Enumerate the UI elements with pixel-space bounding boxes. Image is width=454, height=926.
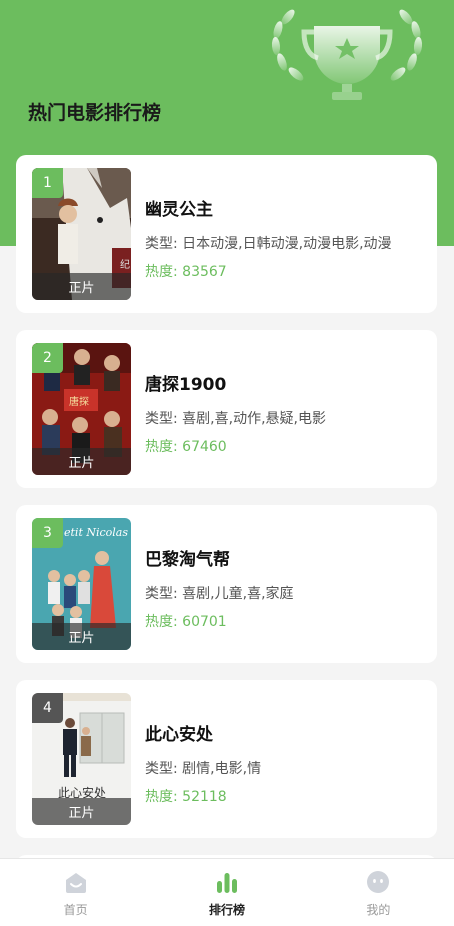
movie-genre: 类型: 剧情,电影,情 bbox=[145, 761, 262, 777]
rank-badge: 2 bbox=[32, 343, 63, 373]
movie-heat: 热度: 67460 bbox=[145, 439, 227, 455]
movie-poster[interactable]: 此心安处 4 正片 bbox=[32, 693, 131, 825]
poster-overlay-text: etit Nicolas bbox=[64, 526, 128, 539]
movie-poster[interactable]: 纪 1 正片 bbox=[32, 168, 131, 300]
movie-heat: 热度: 52118 bbox=[145, 789, 227, 805]
rank-badge: 1 bbox=[32, 168, 63, 198]
home-icon bbox=[65, 873, 86, 893]
movie-genre: 类型: 日本动漫,日韩动漫,动漫电影,动漫 bbox=[145, 236, 392, 252]
movie-poster[interactable]: etit Nicolas 3 正片 bbox=[32, 518, 131, 650]
trophy-icon bbox=[271, 9, 423, 100]
profile-icon bbox=[367, 871, 390, 893]
tab-label: 首页 bbox=[63, 903, 88, 917]
svg-text:唐探: 唐探 bbox=[69, 395, 89, 408]
movie-card[interactable]: etit Nicolas 3 正片 巴黎淘气帮 类型: 喜剧,儿童,喜,家庭 热… bbox=[16, 505, 437, 663]
movie-card[interactable]: 唐探 2 正片 唐探1900 类型: 喜剧,喜,动作,悬疑,电影 热度: 674… bbox=[16, 330, 437, 488]
tab-label: 我的 bbox=[366, 903, 391, 917]
ranking-list[interactable]: 纪 1 正片 幽灵公主 类型: 日本动漫,日韩动漫,动漫电影,动漫 热度: 83… bbox=[16, 155, 437, 885]
movie-genre: 类型: 喜剧,儿童,喜,家庭 bbox=[145, 586, 294, 602]
movie-heat: 热度: 83567 bbox=[145, 264, 227, 280]
poster-tag: 正片 bbox=[32, 798, 131, 825]
movie-title[interactable]: 唐探1900 bbox=[145, 370, 226, 395]
movie-genre: 类型: 喜剧,喜,动作,悬疑,电影 bbox=[145, 411, 326, 427]
poster-tag: 正片 bbox=[32, 273, 131, 300]
tab-home[interactable]: 首页 bbox=[0, 859, 151, 926]
ranking-icon bbox=[216, 873, 237, 893]
tab-label: 排行榜 bbox=[208, 903, 245, 917]
movie-title[interactable]: 巴黎淘气帮 bbox=[145, 545, 230, 570]
svg-text:纪: 纪 bbox=[120, 259, 130, 271]
page-title: 热门电影排行榜 bbox=[28, 102, 162, 124]
movie-title[interactable]: 此心安处 bbox=[145, 720, 213, 745]
tab-ranking[interactable]: 排行榜 bbox=[151, 859, 302, 926]
movie-card[interactable]: 纪 1 正片 幽灵公主 类型: 日本动漫,日韩动漫,动漫电影,动漫 热度: 83… bbox=[16, 155, 437, 313]
movie-title[interactable]: 幽灵公主 bbox=[145, 195, 213, 220]
movie-heat: 热度: 60701 bbox=[145, 614, 227, 630]
tab-profile[interactable]: 我的 bbox=[303, 859, 454, 926]
poster-tag: 正片 bbox=[32, 448, 131, 475]
rank-badge: 4 bbox=[32, 693, 63, 723]
poster-tag: 正片 bbox=[32, 623, 131, 650]
bottom-tab-bar: 首页 排行榜 我的 bbox=[0, 858, 454, 926]
movie-poster[interactable]: 唐探 2 正片 bbox=[32, 343, 131, 475]
rank-badge: 3 bbox=[32, 518, 63, 548]
movie-card[interactable]: 此心安处 4 正片 此心安处 类型: 剧情,电影,情 热度: 52118 bbox=[16, 680, 437, 838]
